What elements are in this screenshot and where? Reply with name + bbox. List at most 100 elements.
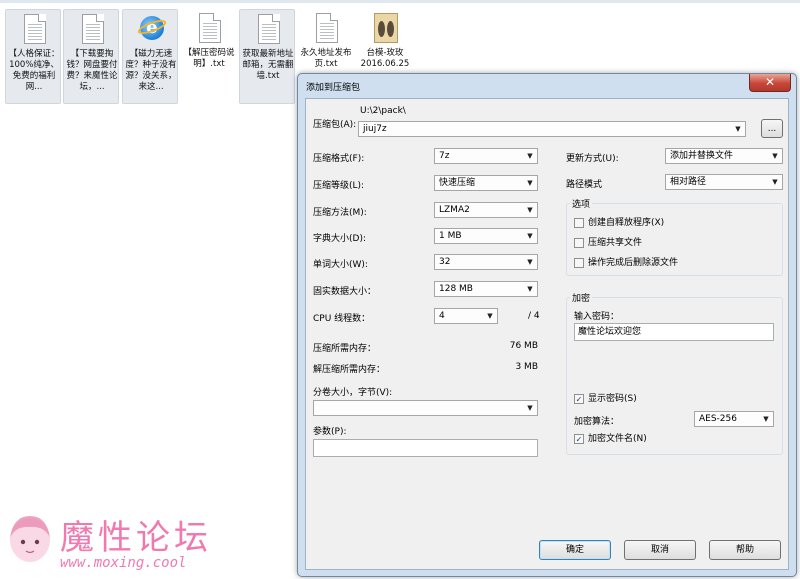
archive-name-value: jiuj7z (363, 124, 387, 134)
params-input[interactable] (313, 439, 538, 457)
file-name: 台模-玫玫2016.06.25 (360, 48, 410, 69)
browse-button[interactable]: ... (761, 119, 783, 138)
dialog-client-area: 压缩包(A): U:\2\pack\ jiuj7z ▼ ... 压缩格式(F):… (305, 98, 789, 570)
mem-comp-label: 压缩所需内存： (313, 344, 377, 354)
add-to-archive-dialog: 添加到压缩包 ✕ 压缩包(A): U:\2\pack\ jiuj7z ▼ ...… (297, 73, 797, 577)
level-value: 快速压缩 (439, 178, 476, 188)
file-name: 获取最新地址邮箱，无需翻墙.txt (242, 49, 294, 81)
folder-thumbnail-icon (372, 13, 398, 45)
cpu-select[interactable]: 4 ▼ (434, 308, 498, 324)
text-file-icon (21, 14, 47, 46)
help-button[interactable]: 帮助 (709, 540, 781, 560)
file-name: 【磁力无速度？种子没有源？没关系，来这... (125, 49, 177, 92)
level-label: 压缩等级(L): (313, 181, 365, 191)
chevron-down-icon: ▼ (772, 178, 778, 186)
cancel-button[interactable]: 取消 (624, 540, 696, 560)
chevron-down-icon: ▼ (527, 179, 533, 187)
sfx-label: 创建自释放程序(X) (588, 218, 665, 228)
dict-select[interactable]: 1 MB ▼ (434, 228, 538, 244)
update-value: 添加并替换文件 (670, 151, 734, 161)
enc-method-value: AES-256 (699, 414, 737, 424)
cpu-total: / 4 (528, 311, 540, 321)
solid-label: 固实数据大小： (313, 287, 377, 297)
shared-label: 压缩共享文件 (588, 238, 643, 248)
watermark-mascot-icon (10, 516, 50, 562)
chevron-down-icon: ▼ (527, 152, 533, 160)
chevron-down-icon[interactable]: ▼ (731, 122, 745, 136)
options-title: 选项 (570, 197, 593, 210)
file-name: 【下载要掏钱？网盘要付费？来魔性论坛，... (66, 49, 118, 92)
chevron-down-icon: ▼ (763, 415, 769, 423)
format-value: 7z (439, 151, 450, 161)
desktop-file-4[interactable]: 【解压密码说明】.txt (181, 9, 237, 104)
method-select[interactable]: LZMA2 ▼ (434, 202, 538, 218)
delete-label: 操作完成后删除源文件 (588, 258, 679, 268)
mem-decomp-label: 解压缩所需内存： (313, 365, 386, 375)
chevron-down-icon: ▼ (527, 206, 533, 214)
level-select[interactable]: 快速压缩 ▼ (434, 175, 538, 191)
check-icon: ✓ (574, 394, 584, 404)
text-file-icon (255, 14, 281, 46)
update-mode-select[interactable]: 添加并替换文件 ▼ (665, 148, 783, 164)
chevron-down-icon: ▼ (527, 285, 533, 293)
show-password-label: 显示密码(S) (588, 394, 637, 404)
desktop-file-2[interactable]: 【下载要掏钱？网盘要付费？来魔性论坛，... (63, 9, 119, 104)
format-select[interactable]: 7z ▼ (434, 148, 538, 164)
file-name: 永久地址发布页.txt (300, 48, 352, 69)
format-label: 压缩格式(F): (313, 154, 365, 164)
method-label: 压缩方法(M): (313, 208, 367, 218)
checkbox-box (574, 238, 584, 248)
method-value: LZMA2 (439, 205, 470, 215)
path-value: 相对路径 (670, 177, 707, 187)
dialog-title: 添加到压缩包 (306, 83, 361, 93)
chevron-down-icon: ▼ (487, 312, 493, 320)
watermark-text: 魔性论坛 (60, 518, 212, 558)
split-volume-combo[interactable]: ▼ (313, 400, 538, 416)
word-label: 单词大小(W): (313, 260, 368, 270)
mem-comp-value: 76 MB (509, 341, 538, 351)
watermark-url: www.moxing.cool (60, 555, 187, 571)
dict-value: 1 MB (439, 231, 462, 241)
path-mode-select[interactable]: 相对路径 ▼ (665, 174, 783, 190)
encryption-title: 加密 (570, 291, 593, 304)
text-file-icon (196, 13, 222, 45)
ok-button[interactable]: 确定 (539, 540, 611, 560)
dict-label: 字典大小(D): (313, 234, 366, 244)
params-label: 参数(P): (313, 427, 347, 437)
internet-explorer-icon: e (136, 14, 168, 46)
mem-decomp-value: 3 MB (515, 362, 538, 372)
text-file-icon (79, 14, 105, 46)
desktop-file-3[interactable]: e 【磁力无速度？种子没有源？没关系，来这... (122, 9, 178, 104)
file-name: 【人格保证：100%纯净、免费的福利网... (8, 49, 60, 92)
archive-label: 压缩包(A): (313, 120, 357, 130)
enc-method-label: 加密算法： (574, 417, 620, 427)
checkbox-box (574, 258, 584, 268)
encryption-method-select[interactable]: AES-256 ▼ (694, 411, 774, 427)
solid-select[interactable]: 128 MB ▼ (434, 281, 538, 297)
desktop-file-5[interactable]: 获取最新地址邮箱，无需翻墙.txt (239, 9, 295, 104)
password-input[interactable]: 魔性论坛欢迎您 (574, 323, 774, 341)
close-button[interactable]: ✕ (749, 74, 791, 92)
word-select[interactable]: 32 ▼ (434, 254, 538, 270)
file-name: 【解压密码说明】.txt (183, 48, 235, 69)
split-label: 分卷大小，字节(V): (313, 388, 393, 398)
dialog-titlebar[interactable]: 添加到压缩包 ✕ (298, 74, 796, 98)
solid-value: 128 MB (439, 284, 473, 294)
checkbox-box (574, 218, 584, 228)
top-edge (0, 0, 800, 3)
archive-name-combo[interactable]: jiuj7z ▼ (358, 121, 746, 137)
cpu-label: CPU 线程数： (313, 314, 371, 324)
word-value: 32 (439, 257, 451, 267)
path-mode-label: 路径模式 (566, 180, 603, 190)
text-file-icon (313, 13, 339, 45)
check-icon: ✓ (574, 434, 584, 444)
chevron-down-icon: ▼ (772, 152, 778, 160)
cpu-value: 4 (439, 311, 445, 321)
desktop-file-1[interactable]: 【人格保证：100%纯净、免费的福利网... (5, 9, 61, 104)
password-label: 输入密码： (574, 312, 620, 322)
archive-path: U:\2\pack\ (360, 106, 406, 116)
chevron-down-icon: ▼ (527, 404, 533, 412)
update-label: 更新方式(U): (566, 154, 619, 164)
encrypt-names-label: 加密文件名(N) (588, 434, 647, 444)
chevron-down-icon: ▼ (527, 258, 533, 266)
